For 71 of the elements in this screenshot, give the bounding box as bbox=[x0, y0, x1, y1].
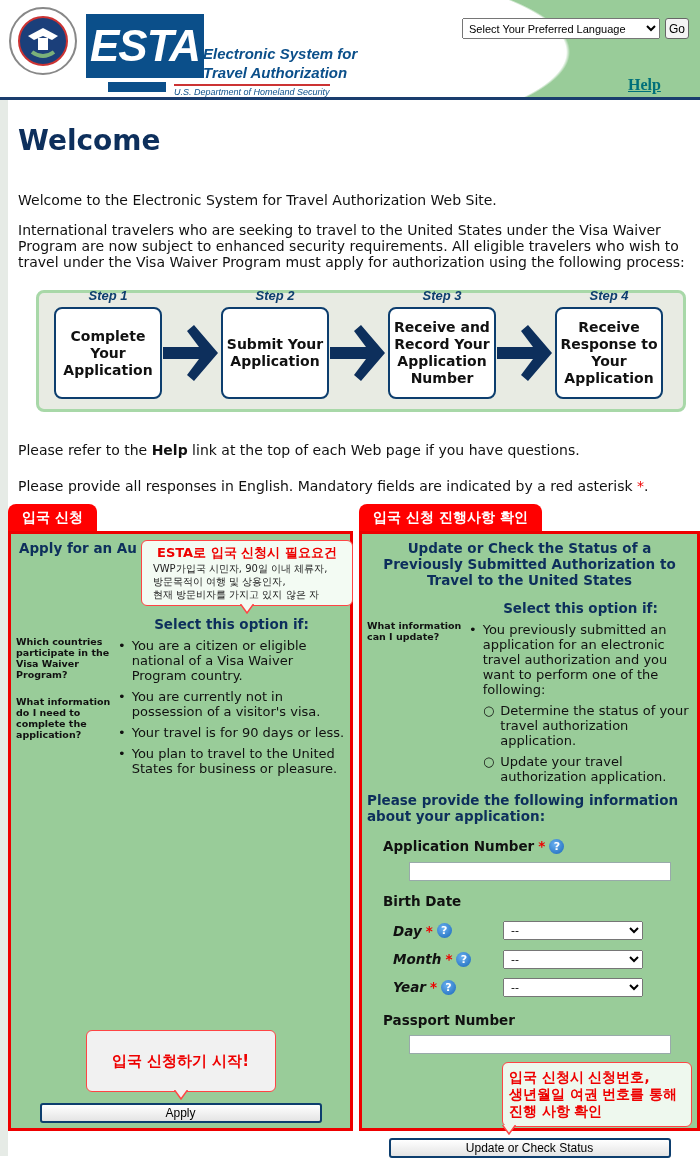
field-label: Birth Date bbox=[383, 891, 462, 911]
condition-text: Update your travel authorization application. bbox=[500, 754, 668, 785]
form-heading: Please provide the following information about your application: bbox=[367, 792, 680, 825]
logo-bar bbox=[108, 82, 166, 92]
logo-wordmark: ESTA bbox=[86, 14, 204, 78]
logo-title: Electronic System for Travel Authorization bbox=[203, 44, 358, 82]
field-label: Month bbox=[393, 950, 442, 969]
date-select[interactable]: -- bbox=[503, 921, 643, 941]
callout-text: 입국 신청시 신청번호, 생년월일 여권 번호를 통해 진행 사항 확인 bbox=[509, 1068, 679, 1120]
faq-link[interactable]: What information can I update? bbox=[367, 620, 465, 642]
step-box: Receive and Record Your Application Number bbox=[388, 307, 496, 399]
field-label: Day bbox=[393, 921, 422, 941]
callout-text: 방문목적이 여행 및 상용인자, bbox=[151, 575, 287, 588]
condition-text: You plan to travel to the United States for business or pleasure. bbox=[131, 746, 339, 777]
required-asterisk: * bbox=[538, 837, 546, 857]
field-label: Passport Number bbox=[383, 1010, 515, 1030]
panel-heading: Update or Check the Status of a Previously Submitted Authorization to Travel to the United States bbox=[382, 540, 677, 588]
condition-text: You are a citizen or eligible national of a Visa Waiver Program country. bbox=[131, 638, 308, 684]
condition-text: Your travel is for 90 days or less. bbox=[131, 725, 345, 741]
help-link[interactable]: Help bbox=[151, 442, 188, 458]
arrow-icon bbox=[330, 323, 387, 383]
submit-button[interactable]: Apply bbox=[39, 1103, 322, 1123]
bullet-marker: • bbox=[118, 725, 126, 741]
bullet-marker: • bbox=[118, 746, 126, 764]
condition-heading: Select this option if: bbox=[153, 615, 310, 634]
bullet-marker: ○ bbox=[483, 754, 495, 772]
panel-tab-label: 입국 신청 진행사항 확인 bbox=[359, 504, 542, 531]
faq-link[interactable]: Which countries participate in the Visa Waiver Program? bbox=[16, 636, 114, 680]
paragraph: Welcome to the Electronic System for Travel Authorization Web Site. bbox=[18, 192, 498, 208]
condition-heading: Select this option if: bbox=[502, 599, 659, 618]
step-label: Step 1 bbox=[88, 288, 128, 303]
callout-text: VWP가입국 시민자, 90일 이내 체류자, bbox=[151, 562, 329, 575]
step-box: Complete Your Application bbox=[54, 307, 162, 399]
step-label: Step 2 bbox=[255, 288, 295, 303]
submit-button[interactable]: Update or Check Status bbox=[388, 1137, 671, 1158]
bullet-marker: • bbox=[469, 622, 477, 640]
text-field[interactable] bbox=[409, 861, 671, 881]
arrow-icon bbox=[497, 323, 554, 383]
arrow-icon bbox=[163, 323, 220, 383]
condition-text: Determine the status of your travel authorization application. bbox=[500, 703, 690, 749]
step-box: Receive Response to Your Application bbox=[555, 307, 663, 399]
field-label: Year bbox=[393, 978, 426, 998]
bullet-marker: • bbox=[118, 689, 126, 707]
go-button[interactable]: Go bbox=[665, 18, 689, 39]
faq-link[interactable]: What information do I need to complete the application? bbox=[16, 696, 114, 740]
step-label: Step 4 bbox=[589, 288, 629, 303]
date-select[interactable]: -- bbox=[503, 949, 643, 969]
required-asterisk: * bbox=[429, 978, 438, 998]
required-asterisk: * bbox=[425, 921, 433, 941]
callout-text: 입국 신청하기 시작! bbox=[111, 1050, 250, 1072]
paragraph: International travelers who are seeking to travel to the United States under the Visa Waiver Program are now subject to enhanced security requirements. All eligible travelers who wish to travel under the Visa Waiver Program must apply for authorization using the following process: bbox=[18, 222, 686, 270]
callout-title: ESTA로 입국 신청시 필요요건 bbox=[156, 544, 338, 562]
seal-icon bbox=[8, 6, 78, 76]
page-title: Welcome bbox=[18, 123, 162, 159]
required-asterisk: * bbox=[445, 950, 453, 969]
condition-text: You previously submitted an application for an electronic travel authorization and you want to perform one of the following: bbox=[482, 622, 669, 698]
language-select[interactable]: Select Your Preferred Language bbox=[462, 18, 660, 39]
callout-text: 현재 방문비자를 가지고 있지 않은 자 bbox=[151, 588, 320, 601]
help-note: Please refer to the Help link at the top of each Web page if you have questions. bbox=[18, 441, 581, 460]
bullet-marker: ○ bbox=[483, 703, 495, 721]
panel-heading: Apply for an Au bbox=[18, 540, 137, 556]
step-label: Step 3 bbox=[422, 288, 462, 303]
panel-tab-label: 입국 신청 bbox=[8, 504, 97, 531]
date-select[interactable]: -- bbox=[503, 977, 643, 997]
bullet-marker: • bbox=[118, 638, 126, 656]
field-label: Application Number bbox=[383, 837, 535, 857]
step-box: Submit Your Application bbox=[221, 307, 329, 399]
text-field[interactable] bbox=[409, 1034, 671, 1054]
logo-subtitle: U.S. Department of Homeland Security bbox=[174, 84, 330, 97]
mandatory-note: Please provide all responses in English. Mandatory fields are indicated by a red asterisk *. bbox=[18, 477, 650, 496]
condition-text: You are currently not in possession of a visitor's visa. bbox=[131, 689, 322, 720]
